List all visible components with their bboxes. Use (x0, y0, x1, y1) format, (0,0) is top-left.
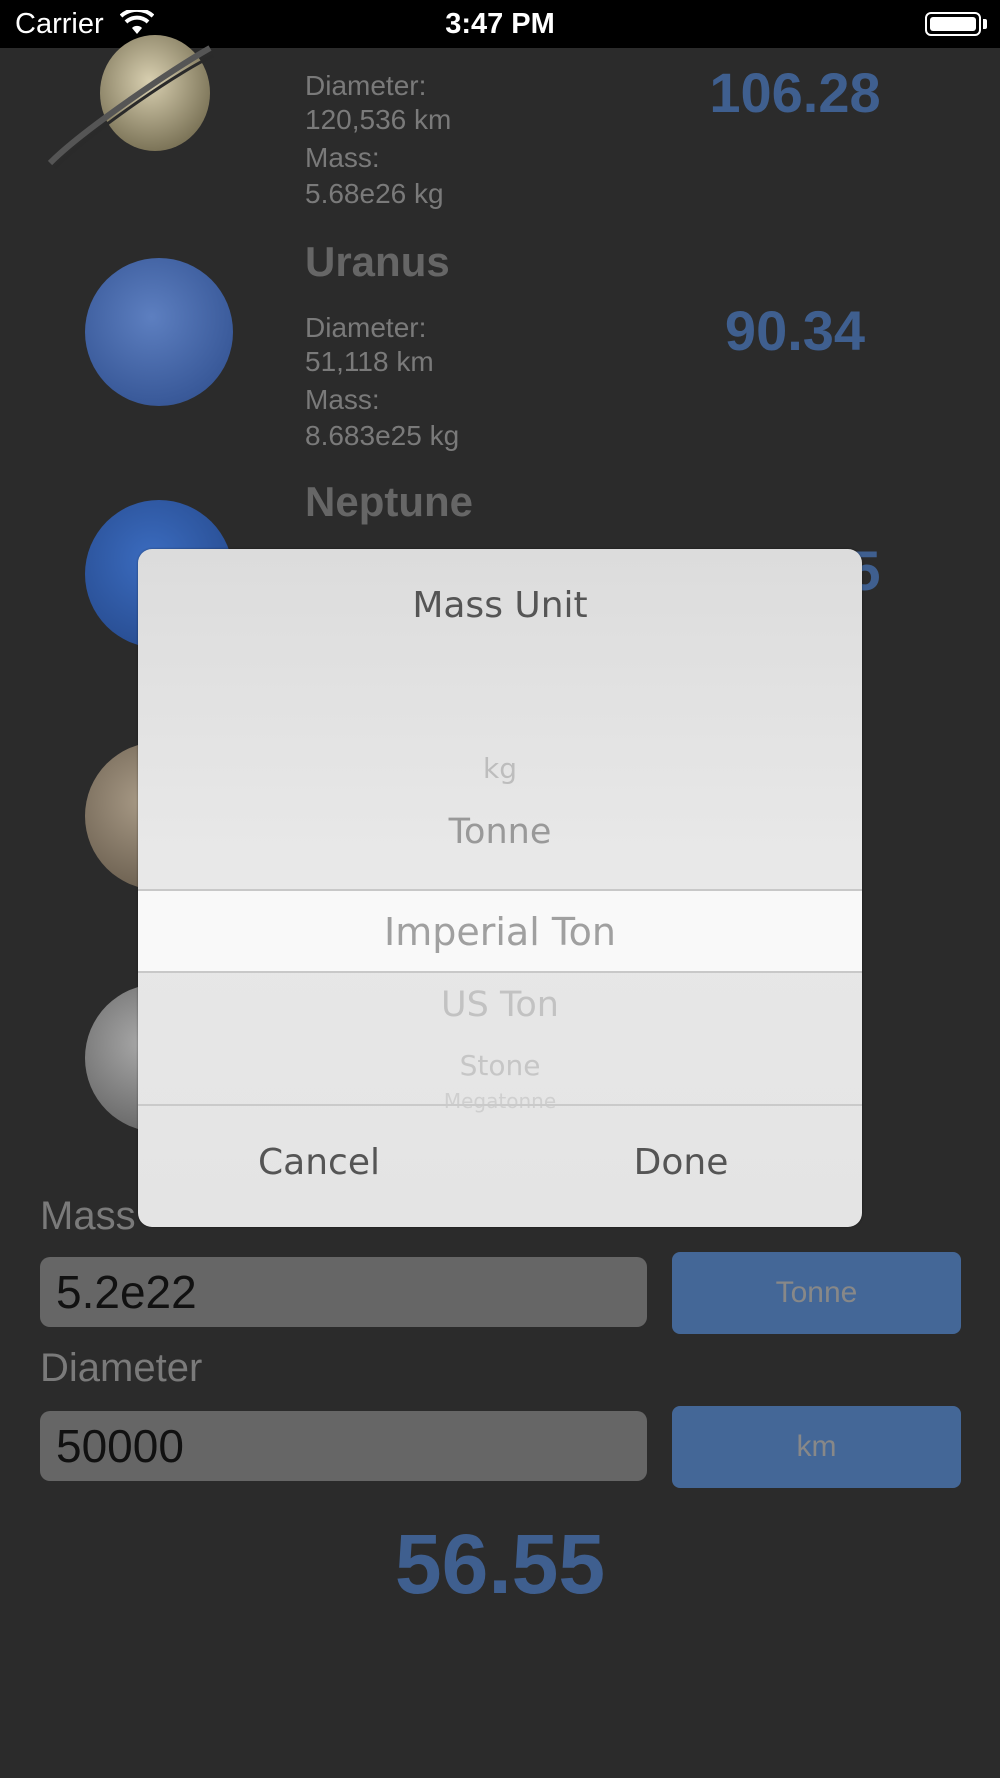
uranus-image (85, 258, 233, 406)
picker-option-imperial-ton[interactable]: Imperial Ton (138, 910, 862, 954)
mass-unit-dialog: Mass Unit kg Tonne Imperial Ton US Ton S… (138, 549, 862, 1227)
diameter-label: Diameter (40, 1346, 203, 1390)
mass-input[interactable] (40, 1257, 647, 1327)
picker-option-stone[interactable]: Stone (138, 1049, 862, 1082)
saturn-diameter-label: Diameter: (305, 70, 427, 101)
saturn-diameter-value: 120,536 km (305, 104, 452, 135)
uranus-weight: 90.34 (724, 299, 866, 362)
picker-option-megatonne[interactable]: Megatonne (138, 1089, 862, 1113)
battery-icon (925, 12, 981, 36)
picker-option-tonne[interactable]: Tonne (138, 812, 862, 852)
picker-option-us-ton[interactable]: US Ton (138, 985, 862, 1025)
uranus-name: Uranus (305, 238, 450, 285)
saturn-weight: 106.28 (709, 61, 881, 124)
dialog-title: Mass Unit (412, 585, 588, 626)
cancel-button[interactable]: Cancel (194, 1141, 444, 1184)
saturn-mass-label: Mass: (305, 142, 380, 173)
planet-row-saturn[interactable]: Diameter: 120,536 km Mass: 5.68e26 kg 10… (0, 35, 1000, 228)
diameter-unit-button[interactable]: km (672, 1406, 961, 1488)
planet-row-uranus[interactable]: Uranus Diameter: 51,118 km Mass: 8.683e2… (0, 238, 1000, 478)
uranus-diameter-label: Diameter: (305, 312, 427, 343)
dialog-divider (138, 1104, 862, 1106)
uranus-mass-label: Mass: (305, 384, 380, 415)
neptune-name: Neptune (305, 478, 473, 525)
diameter-input[interactable] (40, 1411, 647, 1481)
mass-label: Mass (40, 1194, 136, 1238)
uranus-diameter-value: 51,118 km (305, 346, 434, 377)
mass-unit-button[interactable]: Tonne (672, 1252, 961, 1334)
result-value: 56.55 (394, 1517, 606, 1611)
saturn-image (47, 35, 214, 170)
uranus-mass-value: 8.683e25 kg (305, 420, 460, 451)
saturn-mass-value: 5.68e26 kg (305, 178, 444, 209)
picker-option-kg[interactable]: kg (138, 752, 862, 785)
mass-unit-picker[interactable]: kg Tonne Imperial Ton US Ton Stone Megat… (138, 714, 862, 1113)
done-button[interactable]: Done (556, 1141, 806, 1184)
